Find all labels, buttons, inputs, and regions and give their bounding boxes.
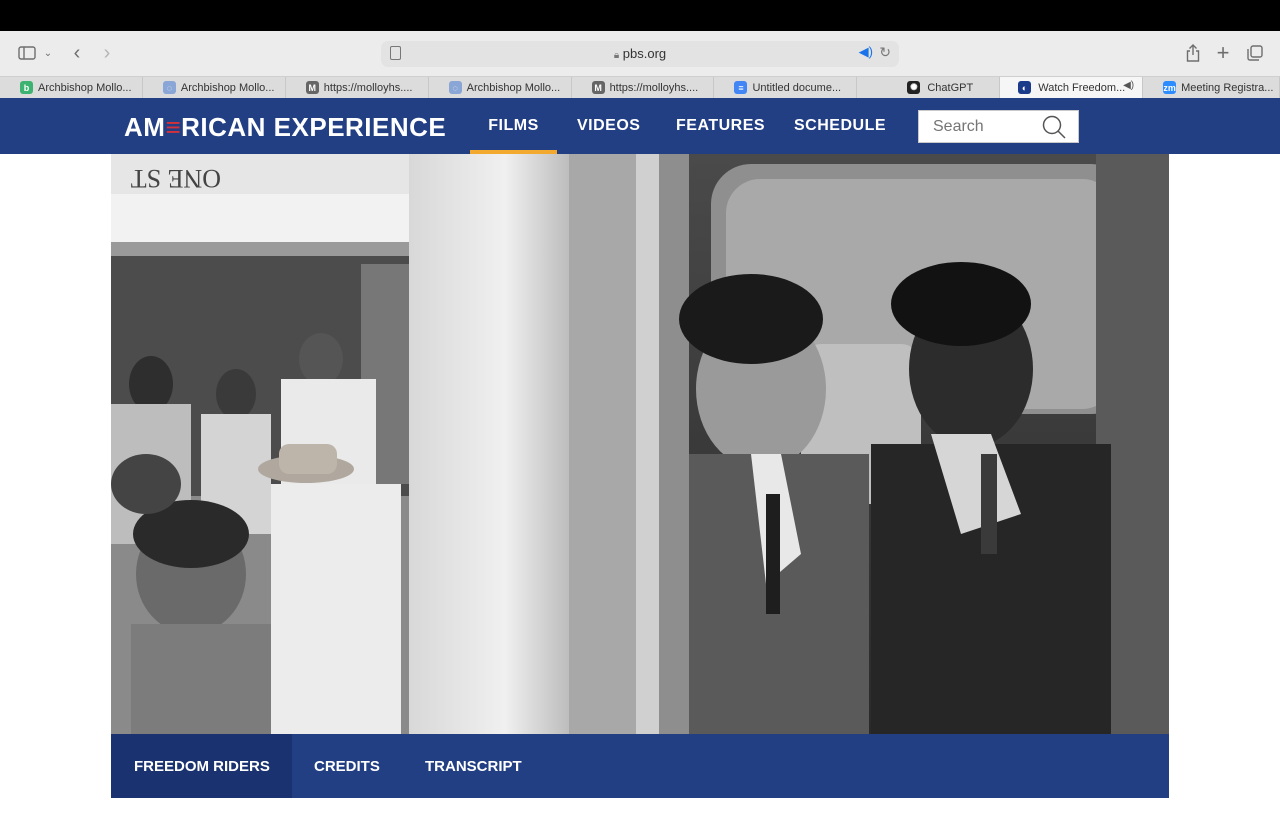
nav-videos[interactable]: VIDEOS <box>577 98 640 154</box>
new-tab-icon[interactable]: + <box>1213 39 1233 67</box>
browser-tab[interactable]: ◌ Archbishop Mollo... <box>429 77 572 98</box>
nav-films[interactable]: FILMS <box>470 98 557 154</box>
browser-tab[interactable]: ◌ Archbishop Mollo... <box>143 77 286 98</box>
browser-tab[interactable]: Mhttps://molloyhs.... <box>572 77 715 98</box>
address-url: pbs.org <box>622 46 667 61</box>
browser-tab[interactable]: b Archbishop Mollo... <box>0 77 143 98</box>
share-icon[interactable] <box>1183 39 1203 67</box>
tab-title: Archbishop Mollo... <box>38 81 132 94</box>
tab-overview-icon[interactable] <box>1245 39 1265 67</box>
browser-tab[interactable]: ✺ ChatGPT <box>857 77 1001 98</box>
tab-freedom-riders[interactable]: FREEDOM RIDERS <box>111 734 292 798</box>
tab-title: ChatGPT <box>927 81 974 94</box>
screen-top-bar <box>0 0 1280 31</box>
tab-favicon-icon: M <box>591 81 605 94</box>
tab-favicon-icon: ≡ <box>734 81 748 94</box>
hero-photo: ONE ST <box>111 154 1169 734</box>
browser-tab[interactable]: ◐ Watch Freedom... ◀︎) <box>1000 77 1144 98</box>
chevron-down-icon[interactable]: ⌄ <box>42 39 54 67</box>
tab-favicon-icon: ✺ <box>907 81 921 94</box>
lock-icon: 🔒︎ <box>613 50 620 61</box>
svg-text:ONE ST: ONE ST <box>131 164 221 193</box>
browser-tab[interactable]: Mhttps://molloyhs.... <box>286 77 429 98</box>
tab-audio-icon[interactable]: ◀︎) <box>1123 80 1134 91</box>
tab-favicon-icon: ◌ <box>162 81 176 94</box>
freedom-riders-photo: ONE ST <box>111 154 1169 734</box>
search-input[interactable] <box>919 111 1037 142</box>
film-subnav: FREEDOM RIDERS CREDITS TRANSCRIPT <box>111 734 1169 798</box>
nav-schedule[interactable]: SCHEDULE <box>794 98 886 154</box>
flag-e-icon: ≡ <box>165 112 182 142</box>
tab-title: Meeting Registra... <box>1181 81 1274 94</box>
tab-favicon-icon: ◐ <box>1018 81 1032 94</box>
sidebar-icon[interactable] <box>16 39 38 67</box>
tab-title: Archbishop Mollo... <box>466 81 561 94</box>
site-header: AM≡RICAN EXPERIENCE FILMS VIDEOS FEATURE… <box>0 98 1280 154</box>
audio-icon[interactable]: ◀︎) <box>859 44 873 60</box>
tab-title: Archbishop Mollo... <box>180 81 275 94</box>
tab-favicon-icon: zm <box>1163 81 1177 94</box>
tab-favicon-icon: M <box>305 81 319 94</box>
tab-transcript[interactable]: TRANSCRIPT <box>425 734 522 798</box>
tab-title: Watch Freedom... <box>1038 81 1126 94</box>
nav-features[interactable]: FEATURES <box>676 98 765 154</box>
tab-title: https://molloyhs.... <box>609 81 699 94</box>
tab-title: Untitled docume... <box>752 81 842 94</box>
tab-credits[interactable]: CREDITS <box>314 734 380 798</box>
address-bar[interactable]: 🔒︎ pbs.org ◀︎) ↻ <box>381 41 899 67</box>
back-icon[interactable]: ‹ <box>70 39 84 67</box>
search-box[interactable] <box>918 110 1079 143</box>
american-experience-logo[interactable]: AM≡RICAN EXPERIENCE <box>124 112 446 143</box>
tab-favicon-icon: ◌ <box>448 81 462 94</box>
tab-title: https://molloyhs.... <box>323 81 413 94</box>
forward-icon[interactable]: › <box>100 39 114 67</box>
reload-icon[interactable]: ↻ <box>879 44 891 61</box>
tab-bar: b Archbishop Mollo... ◌ Archbishop Mollo...… <box>0 76 1280 98</box>
search-icon[interactable] <box>1042 115 1066 139</box>
browser-tab[interactable]: ≡ Untitled docume... <box>714 77 858 98</box>
tab-favicon-icon: b <box>20 81 33 94</box>
browser-tab[interactable]: zm Meeting Registra... <box>1143 77 1280 98</box>
